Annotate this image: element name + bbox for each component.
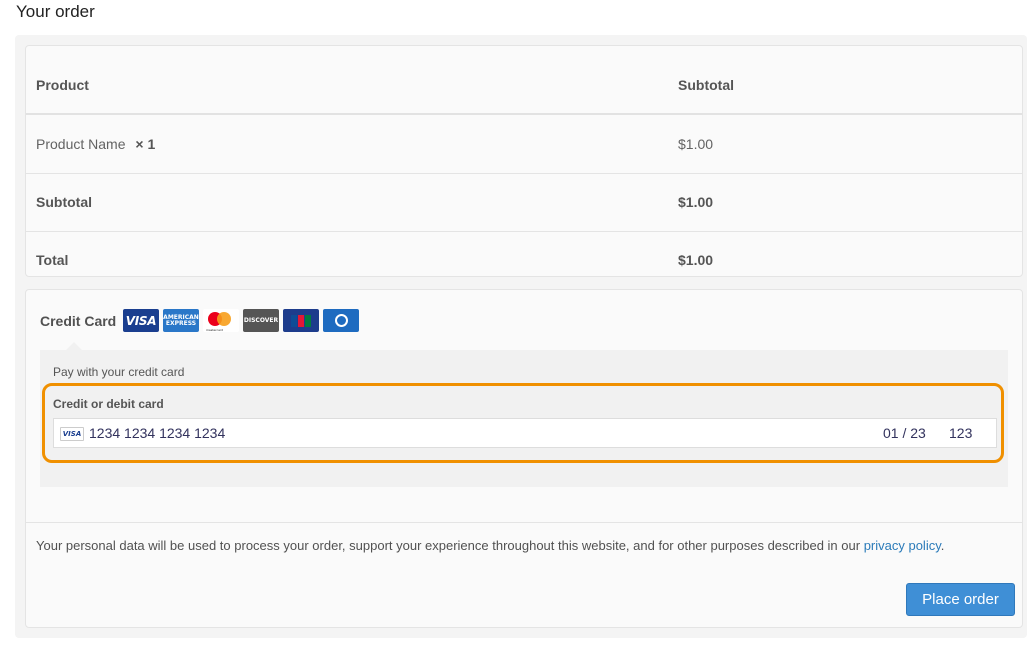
privacy-notice: Your personal data will be used to proce… — [36, 536, 996, 556]
privacy-suffix: . — [940, 538, 945, 553]
column-header-subtotal: Subtotal — [678, 77, 734, 93]
subtotal-label: Subtotal — [36, 194, 92, 210]
product-quantity: × 1 — [135, 136, 156, 152]
discover-logo-text: DISCOVER — [243, 317, 279, 324]
visa-icon: VISA — [123, 309, 159, 332]
diners-icon — [323, 309, 359, 332]
card-icons: VISA AMERICAN EXPRESS mastercard DISCOVE… — [123, 309, 359, 332]
card-input-field[interactable]: VISA 1234 1234 1234 1234 01 / 23 123 — [53, 418, 997, 448]
column-header-product: Product — [36, 77, 89, 93]
total-label: Total — [36, 252, 69, 268]
amex-logo-text: AMERICAN EXPRESS — [163, 313, 199, 327]
subtotal-value: $1.00 — [678, 194, 714, 210]
card-expiry-input[interactable]: 01 / 23 — [883, 425, 926, 441]
mastercard-logo-text: mastercard — [206, 328, 224, 332]
payment-method-label[interactable]: Credit Card — [40, 313, 116, 329]
table-row: Product Name × 1 $1.00 — [26, 115, 1022, 174]
card-brand-icon: VISA — [60, 427, 84, 441]
visa-logo-text: VISA — [125, 313, 157, 328]
discover-icon: DISCOVER — [243, 309, 279, 332]
privacy-text: Your personal data will be used to proce… — [36, 538, 864, 553]
order-table: Product Subtotal Product Name × 1 $1.00 … — [25, 45, 1023, 277]
amex-icon: AMERICAN EXPRESS — [163, 309, 199, 332]
card-field-label: Credit or debit card — [53, 397, 164, 411]
subtotal-row: Subtotal $1.00 — [26, 174, 1022, 232]
place-order-button[interactable]: Place order — [906, 583, 1015, 616]
privacy-policy-link[interactable]: privacy policy — [864, 538, 941, 553]
card-cvc-input[interactable]: 123 — [949, 425, 972, 441]
table-header-row: Product Subtotal — [26, 46, 1022, 115]
payment-section: Credit Card VISA AMERICAN EXPRESS master… — [25, 289, 1023, 628]
page-title: Your order — [16, 2, 95, 21]
jcb-icon — [283, 309, 319, 332]
total-value: $1.00 — [678, 252, 714, 268]
divider — [26, 522, 1022, 523]
payment-box: Pay with your credit card Credit or debi… — [40, 342, 1008, 487]
total-row: Total $1.00 — [26, 232, 1022, 278]
mastercard-icon: mastercard — [203, 309, 239, 332]
product-name-cell: Product Name × 1 — [36, 136, 155, 152]
product-price: $1.00 — [678, 136, 714, 152]
card-number-input[interactable]: 1234 1234 1234 1234 — [89, 425, 225, 441]
order-review-container: Product Subtotal Product Name × 1 $1.00 … — [15, 35, 1027, 638]
product-name: Product Name — [36, 136, 126, 152]
payment-description: Pay with your credit card — [53, 365, 185, 379]
